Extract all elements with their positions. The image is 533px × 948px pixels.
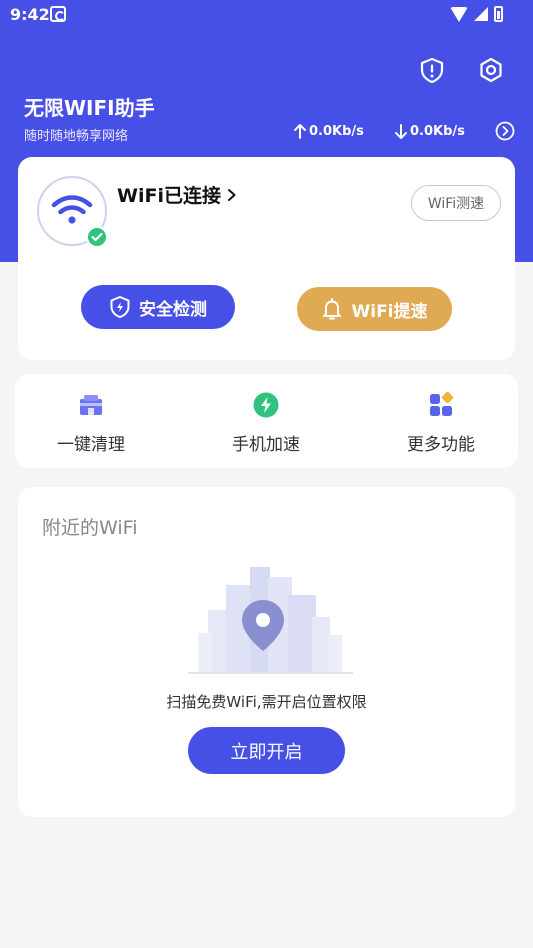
security-check-button[interactable]: 安全检测: [81, 285, 235, 329]
connection-status-link[interactable]: WiFi已连接: [117, 181, 237, 208]
wifi-icon: [51, 195, 93, 224]
tool-label: 一键清理: [57, 435, 125, 455]
tool-label: 手机加速: [232, 435, 300, 455]
wifi-speedtest-button[interactable]: WiFi测速: [411, 185, 501, 221]
connected-check-icon: [86, 226, 108, 248]
shield-bolt-icon: [110, 296, 130, 318]
city-location-illustration: [188, 567, 353, 674]
scan-permission-hint: 扫描免费WiFi,需开启位置权限: [166, 693, 367, 711]
notification-icon: [50, 6, 66, 22]
nearby-wifi-title: 附近的WiFi: [42, 517, 138, 539]
status-icons: [450, 6, 503, 22]
arrow-up-icon: [294, 124, 306, 139]
arrow-down-icon: [395, 124, 407, 139]
status-bar: 9:42: [0, 0, 533, 30]
bolt-icon: [252, 391, 280, 419]
wifi-boost-label: WiFi提速: [351, 301, 428, 322]
battery-icon: [494, 6, 503, 22]
tool-phone-boost[interactable]: 手机加速: [191, 374, 341, 468]
tool-one-click-clean[interactable]: 一键清理: [16, 374, 166, 468]
chevron-right-icon: [227, 188, 236, 201]
enable-location-button[interactable]: 立即开启: [188, 727, 345, 774]
upload-speed-value: 0.0Kb/s: [309, 124, 364, 139]
shield-alert-icon[interactable]: [418, 56, 446, 84]
chevron-right-circle-icon[interactable]: [495, 121, 515, 141]
app-title: 无限WIFI助手: [24, 96, 155, 120]
wifi-signal-icon: [450, 6, 468, 22]
download-speed: 0.0Kb/s: [395, 124, 465, 139]
status-time: 9:42: [10, 5, 50, 24]
tools-card: 一键清理 手机加速 更多功能: [15, 374, 518, 468]
security-check-label: 安全检测: [139, 299, 207, 320]
bell-icon: [323, 298, 342, 320]
connection-card: WiFi已连接 WiFi测速 安全检测 WiFi提速: [18, 157, 515, 360]
settings-icon[interactable]: [477, 56, 505, 84]
nearby-wifi-card: 附近的WiFi 扫描免费WiFi,需开启位置权限 立即开启: [18, 487, 515, 817]
cell-signal-icon: [474, 7, 488, 21]
wifi-boost-button[interactable]: WiFi提速: [297, 287, 452, 331]
connection-status-text: WiFi已连接: [117, 185, 221, 207]
app-subtitle: 随时随地畅享网络: [24, 129, 129, 144]
tool-label: 更多功能: [407, 435, 475, 455]
clean-icon: [77, 391, 105, 419]
download-speed-value: 0.0Kb/s: [410, 124, 465, 139]
tool-more-features[interactable]: 更多功能: [366, 374, 516, 468]
grid-icon: [427, 391, 455, 419]
upload-speed: 0.0Kb/s: [294, 124, 364, 139]
